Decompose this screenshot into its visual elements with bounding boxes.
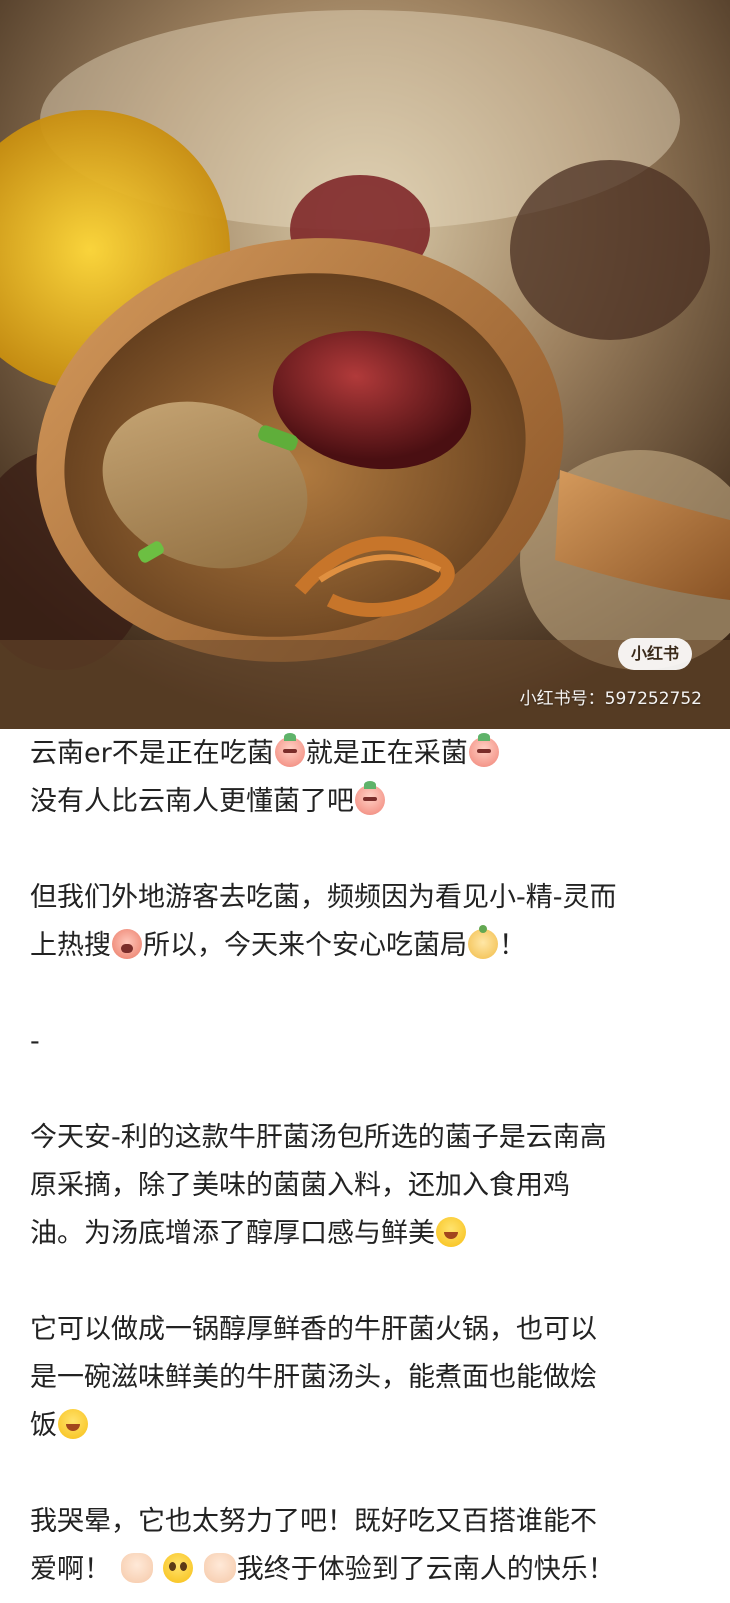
paragraph-5: 我哭晕，它也太努力了吧！既好吃又百搭谁能不 爱啊！ 我终于体验到了云南人的快乐！ [30, 1498, 710, 1594]
text: 但我们外地游客去吃菌，频频因为看见小-精-灵而 [30, 882, 617, 913]
text: 所以，今天来个安心吃菌局 [143, 930, 467, 961]
xiaohongshu-logo: 小红书 [618, 638, 692, 670]
divider-text: - [30, 1026, 40, 1057]
text: 饭 [30, 1410, 57, 1441]
mushroom-thinking-emoji-icon [355, 781, 385, 815]
text: 今天安-利的这款牛肝菌汤包所选的菌子是云南高 [30, 1122, 607, 1153]
text: 是一碗滋味鲜美的牛肝菌汤头，能煮面也能做烩 [30, 1362, 597, 1393]
text: 上热搜 [30, 930, 111, 961]
yum-face-emoji-icon [58, 1409, 88, 1439]
mushroom-crying-emoji-icon [112, 929, 142, 959]
fist-emoji-icon [120, 1553, 153, 1583]
text: 它可以做成一锅醇厚鲜香的牛肝菌火锅，也可以 [30, 1314, 597, 1345]
xiaohongshu-id-watermark: 小红书号：597252752 [519, 689, 702, 709]
divider-line: - [30, 1018, 710, 1066]
mushroom-emoji-icon [468, 733, 499, 767]
text: 云南er不是正在吃菌 [30, 738, 274, 769]
text: 没有人比云南人更懂菌了吧 [30, 786, 354, 817]
bun-emoji-icon [468, 925, 498, 959]
fist-emoji-icon [203, 1553, 236, 1583]
drooling-face-emoji-icon [436, 1217, 466, 1247]
post-photo[interactable]: 小红书 小红书号：597252752 [0, 0, 730, 729]
post-body: 云南er不是正在吃菌 就是正在采菌 没有人比云南人更懂菌了吧 但我们外地游客去吃菌… [30, 730, 710, 1594]
paragraph-4: 它可以做成一锅醇厚鲜香的牛肝菌火锅，也可以 是一碗滋味鲜美的牛肝菌汤头，能煮面也… [30, 1306, 710, 1450]
text: 原采摘，除了美味的菌菌入料，还加入食用鸡 [30, 1170, 570, 1201]
paragraph-2: 但我们外地游客去吃菌，频频因为看见小-精-灵而 上热搜 所以，今天来个安心吃菌局 ！ [30, 874, 710, 970]
pleading-face-emoji-icon [163, 1553, 194, 1583]
paragraph-1: 云南er不是正在吃菌 就是正在采菌 没有人比云南人更懂菌了吧 [30, 730, 710, 826]
post-page: 小红书 小红书号：597252752 云南er不是正在吃菌 就是正在采菌 没有人比… [0, 0, 730, 1603]
soup-spoon-illustration [0, 0, 730, 729]
text: 爱啊！ [30, 1554, 111, 1585]
paragraph-3: 今天安-利的这款牛肝菌汤包所选的菌子是云南高 原采摘，除了美味的菌菌入料，还加入… [30, 1114, 710, 1258]
text: ！ [499, 930, 526, 961]
text: 我终于体验到了云南人的快乐！ [236, 1554, 615, 1585]
mushroom-emoji-icon [274, 733, 305, 767]
text: 我哭晕，它也太努力了吧！既好吃又百搭谁能不 [30, 1506, 597, 1537]
text: 油。为汤底增添了醇厚口感与鲜美 [30, 1218, 435, 1249]
text: 就是正在采菌 [305, 738, 468, 769]
